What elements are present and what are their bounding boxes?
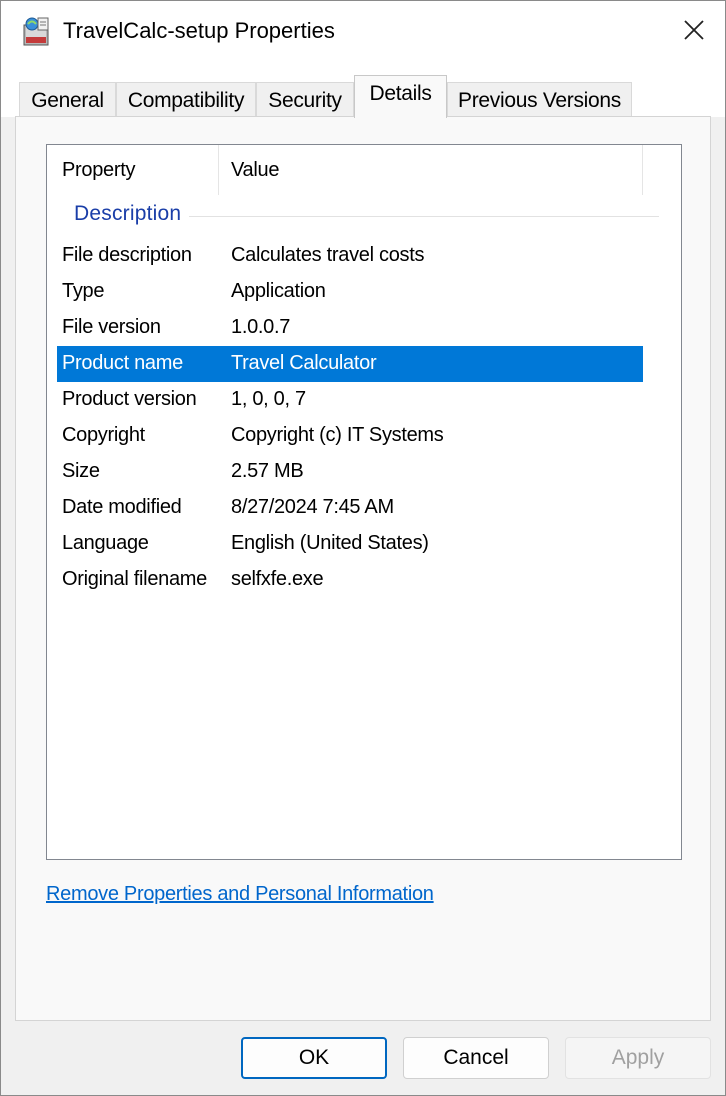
column-header-property[interactable]: Property: [47, 145, 219, 195]
list-row[interactable]: Type Application: [57, 274, 643, 310]
property-value: selfxfe.exe: [231, 568, 324, 590]
column-header-value[interactable]: Value: [219, 145, 643, 195]
group-label: Description: [74, 202, 190, 226]
property-value: Application: [231, 280, 326, 302]
property-value: 1, 0, 0, 7: [231, 388, 306, 410]
tab-previous-versions[interactable]: Previous Versions: [447, 82, 632, 118]
tab-strip: General Compatibility Security Details P…: [1, 63, 725, 118]
remove-properties-link[interactable]: Remove Properties and Personal Informati…: [46, 883, 434, 906]
list-row[interactable]: Original filename selfxfe.exe: [57, 562, 643, 598]
list-row[interactable]: Date modified 8/27/2024 7:45 AM: [57, 490, 643, 526]
details-list[interactable]: Property Value Description File descript…: [46, 144, 682, 860]
list-row-selected[interactable]: Product name Travel Calculator: [57, 346, 643, 382]
group-header-description[interactable]: Description: [47, 200, 681, 232]
property-name: File description: [62, 244, 192, 266]
property-name: Language: [62, 532, 149, 554]
property-value: 2.57 MB: [231, 460, 304, 482]
property-value: 8/27/2024 7:45 AM: [231, 496, 394, 518]
tab-compatibility[interactable]: Compatibility: [116, 82, 256, 118]
property-name: File version: [62, 316, 161, 338]
list-header: Property Value: [47, 145, 681, 197]
apply-button[interactable]: Apply: [565, 1037, 711, 1079]
property-name: Date modified: [62, 496, 182, 518]
list-row[interactable]: Copyright Copyright (c) IT Systems: [57, 418, 643, 454]
property-rows: File description Calculates travel costs…: [57, 238, 643, 598]
close-icon: [683, 19, 705, 46]
cancel-button[interactable]: Cancel: [403, 1037, 549, 1079]
window-title: TravelCalc-setup Properties: [63, 18, 335, 43]
list-row[interactable]: Language English (United States): [57, 526, 643, 562]
list-row[interactable]: File version 1.0.0.7: [57, 310, 643, 346]
property-name: Product version: [62, 388, 197, 410]
close-button[interactable]: [663, 1, 725, 63]
tab-security[interactable]: Security: [256, 82, 354, 118]
property-name: Original filename: [62, 568, 207, 590]
property-name: Size: [62, 460, 100, 482]
ok-button[interactable]: OK: [241, 1037, 387, 1079]
details-tab-page: Property Value Description File descript…: [15, 116, 711, 1021]
property-value: Travel Calculator: [231, 352, 377, 374]
property-name: Product name: [62, 352, 183, 374]
list-row[interactable]: Size 2.57 MB: [57, 454, 643, 490]
property-name: Type: [62, 280, 105, 302]
tab-details[interactable]: Details: [354, 75, 447, 118]
property-value: 1.0.0.7: [231, 316, 291, 338]
setup-package-icon: [19, 15, 53, 49]
properties-dialog: TravelCalc-setup Properties General Comp…: [0, 0, 726, 1096]
title-bar[interactable]: TravelCalc-setup Properties: [1, 1, 725, 63]
list-row[interactable]: Product version 1, 0, 0, 7: [57, 382, 643, 418]
property-name: Copyright: [62, 424, 145, 446]
tab-general[interactable]: General: [19, 82, 116, 118]
property-value: Calculates travel costs: [231, 244, 425, 266]
property-value: Copyright (c) IT Systems: [231, 424, 444, 446]
property-value: English (United States): [231, 532, 429, 554]
list-row[interactable]: File description Calculates travel costs: [57, 238, 643, 274]
